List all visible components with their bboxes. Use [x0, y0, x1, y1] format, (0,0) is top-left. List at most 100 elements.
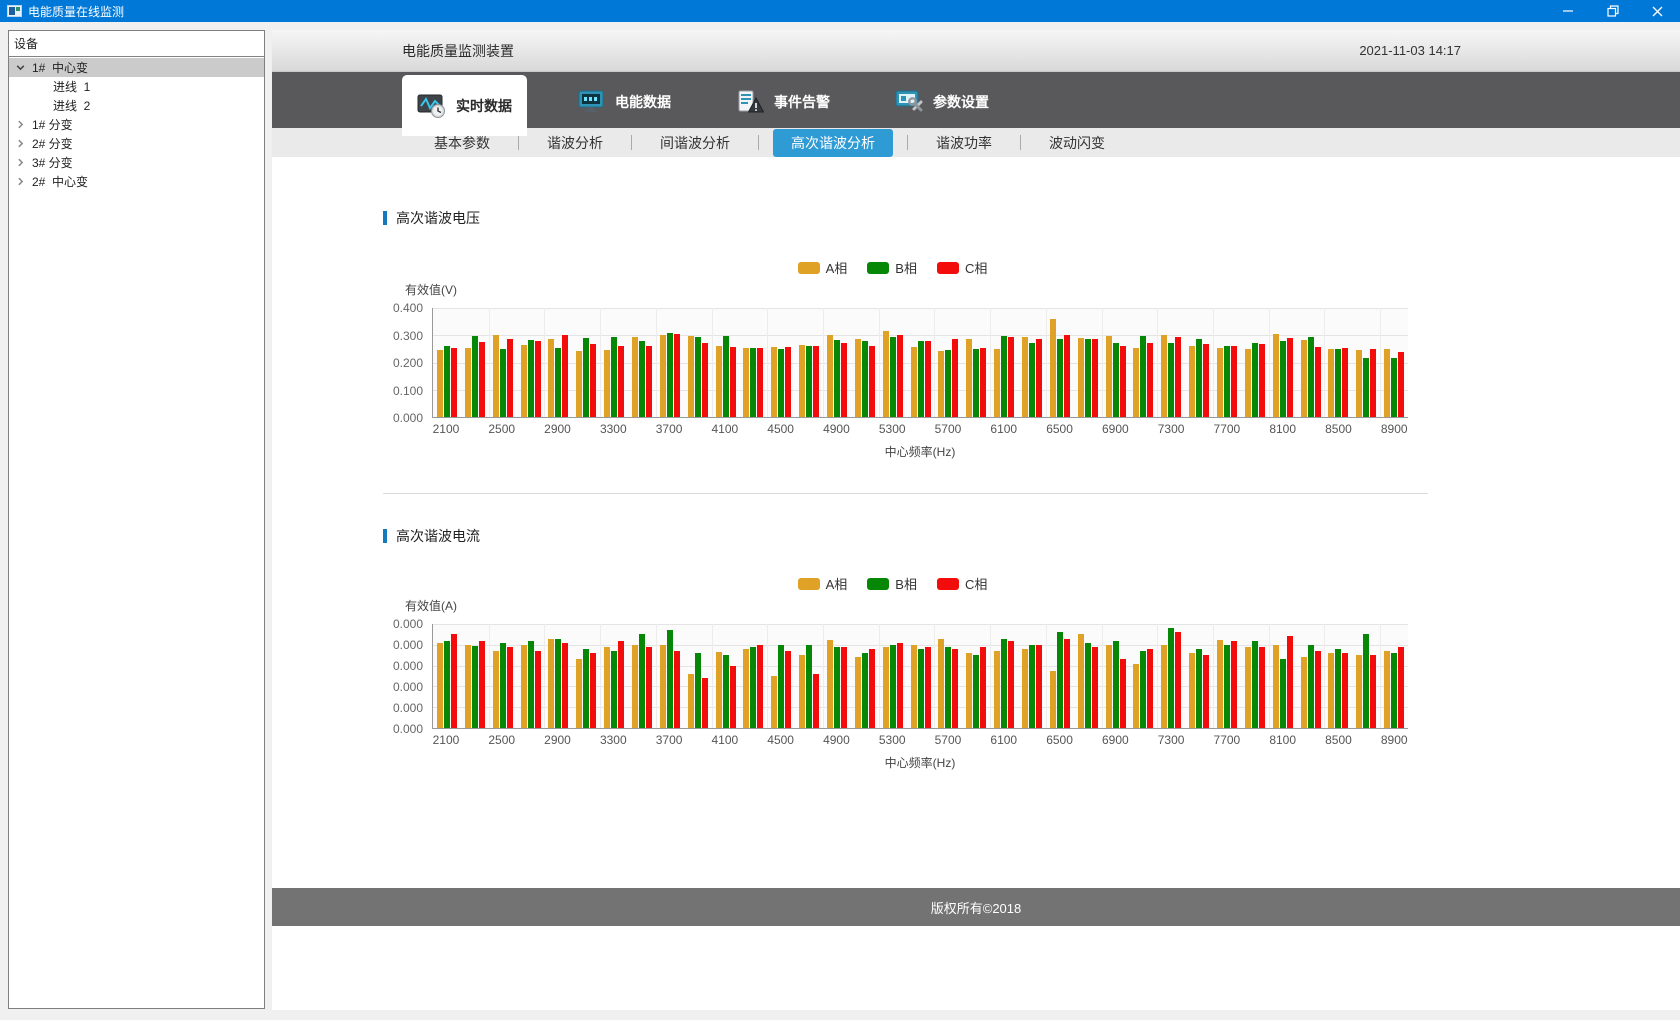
bar	[938, 351, 944, 417]
tab-电能数据[interactable]: 电能数据	[561, 75, 686, 128]
x-tick-label	[739, 733, 767, 747]
bar	[695, 337, 701, 417]
y-tick-label: 0.000	[393, 411, 423, 425]
subtab-波动闪变[interactable]: 波动闪变	[1035, 130, 1119, 156]
subtab-高次谐波分析[interactable]: 高次谐波分析	[773, 129, 893, 157]
bar	[507, 339, 513, 417]
tree-item[interactable]: 2# 分变	[9, 134, 264, 153]
footer: 版权所有©2018	[272, 888, 1680, 926]
tab-实时数据[interactable]: 实时数据	[402, 75, 527, 136]
legend-item[interactable]: B相	[867, 258, 917, 277]
bar	[1203, 344, 1209, 417]
bar	[973, 349, 979, 417]
minimize-icon	[1562, 5, 1574, 17]
bar	[1113, 343, 1119, 417]
chevron-right-icon[interactable]	[14, 138, 26, 150]
bar	[1273, 334, 1279, 417]
legend-item[interactable]: A相	[798, 258, 848, 277]
chevron-down-icon[interactable]	[14, 62, 26, 74]
bar	[1064, 639, 1070, 728]
bar	[890, 645, 896, 728]
bar	[660, 335, 666, 417]
tab-事件告警[interactable]: 事件告警	[720, 75, 845, 128]
legend-item[interactable]: C相	[937, 258, 987, 277]
bar	[862, 653, 868, 728]
y-tick-label: 0.000	[393, 638, 423, 652]
bar	[806, 645, 812, 728]
restore-button[interactable]	[1590, 0, 1635, 22]
bar	[1133, 664, 1139, 728]
bar-group	[990, 308, 1018, 417]
legend-item[interactable]: A相	[798, 574, 848, 593]
param-settings-icon	[894, 89, 924, 115]
tree-item[interactable]: 1# 中心变	[9, 58, 264, 77]
bar	[757, 645, 763, 728]
x-tick-label: 5300	[878, 422, 906, 436]
bar	[813, 674, 819, 728]
bar	[911, 347, 917, 417]
bar-group	[767, 308, 795, 417]
tab-参数设置[interactable]: 参数设置	[879, 75, 1004, 128]
x-tick-label	[795, 733, 823, 747]
minimize-button[interactable]	[1545, 0, 1590, 22]
bar-group	[1297, 308, 1325, 417]
tab-label: 事件告警	[774, 92, 830, 112]
x-tick-label	[1073, 422, 1101, 436]
bar-group	[1213, 308, 1241, 417]
tab-label: 电能数据	[615, 92, 671, 112]
bar-group	[1157, 624, 1185, 728]
y-tick-label: 0.300	[393, 329, 423, 343]
legend-item[interactable]: B相	[867, 574, 917, 593]
y-axis-labels: 0.4000.3000.2000.1000.000	[377, 308, 432, 418]
bar	[604, 350, 610, 417]
subtab-间谐波分析[interactable]: 间谐波分析	[646, 130, 744, 156]
bar	[583, 338, 589, 417]
bar	[1140, 651, 1146, 728]
bar-group	[1352, 624, 1380, 728]
bar-group	[1297, 624, 1325, 728]
bar	[1001, 639, 1007, 728]
restore-icon	[1607, 5, 1619, 17]
bar	[1328, 653, 1334, 728]
close-button[interactable]	[1635, 0, 1680, 22]
x-tick-label: 4500	[767, 733, 795, 747]
y-tick-label: 0.000	[393, 659, 423, 673]
bar	[500, 643, 506, 728]
copyright-text: 版权所有©2018	[931, 898, 1022, 917]
subtab-谐波功率[interactable]: 谐波功率	[922, 130, 1006, 156]
device-tree-panel: 设备 1# 中心变进线 1进线 21# 分变2# 分变3# 分变2# 中心变	[8, 30, 265, 1009]
x-tick-label: 6100	[990, 422, 1018, 436]
y-tick-label: 0.000	[393, 722, 423, 736]
bar	[500, 349, 506, 417]
bar	[1001, 336, 1007, 417]
tree-item[interactable]: 1# 分变	[9, 115, 264, 134]
tree-item[interactable]: 2# 中心变	[9, 172, 264, 191]
bar	[618, 346, 624, 417]
bar	[1363, 358, 1369, 417]
chevron-right-icon[interactable]	[14, 119, 26, 131]
legend-item[interactable]: C相	[937, 574, 987, 593]
bar	[493, 651, 499, 728]
tree-item[interactable]: 进线 1	[9, 77, 264, 96]
bar	[799, 655, 805, 728]
bar-group	[1380, 624, 1408, 728]
x-tick-label: 7700	[1213, 422, 1241, 436]
bar	[555, 639, 561, 728]
bar	[869, 649, 875, 728]
x-tick-label	[1129, 733, 1157, 747]
device-tree-header: 设备	[9, 31, 264, 57]
subtab-谐波分析[interactable]: 谐波分析	[533, 130, 617, 156]
bar	[583, 649, 589, 728]
current-chart: 有效值(A) 0.0000.0000.0000.0000.0000.000 21…	[377, 597, 1408, 771]
tree-item-label: 3# 分变	[32, 154, 73, 171]
tree-item[interactable]: 3# 分变	[9, 153, 264, 172]
bar-group	[433, 624, 461, 728]
bar	[869, 346, 875, 417]
app-icon	[7, 5, 22, 17]
tree-item[interactable]: 进线 2	[9, 96, 264, 115]
x-tick-label: 5300	[878, 733, 906, 747]
bar	[1398, 352, 1404, 417]
chevron-right-icon[interactable]	[14, 176, 26, 188]
chevron-right-icon[interactable]	[14, 157, 26, 169]
bar	[750, 348, 756, 417]
